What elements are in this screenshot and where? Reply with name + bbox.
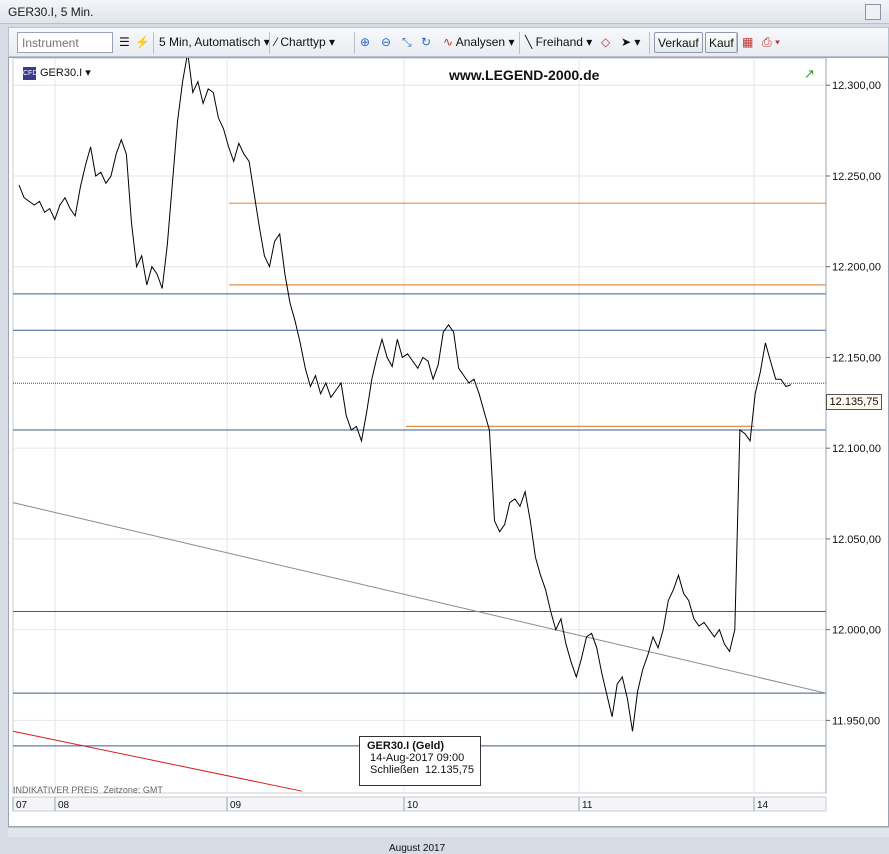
data-tooltip: GER30.I (Geld) 14-Aug-2017 09:00 Schließ… [359, 736, 481, 786]
zoom-in-icon[interactable]: ⊕ [360, 32, 370, 53]
tooltip-close-value: 12.135,75 [425, 764, 474, 776]
toolbar-separator [269, 32, 270, 54]
x-tick-label: 07 [16, 800, 28, 811]
toolbar-separator [354, 32, 355, 54]
x-tick-label: 09 [230, 800, 242, 811]
x-tick-label: 14 [757, 800, 769, 811]
line-chart-icon: ⁄ [275, 35, 278, 49]
window-title: GER30.I, 5 Min. [8, 5, 94, 19]
tooltip-close: Schließen 12.135,75 [370, 764, 480, 776]
y-tick-label: 12.250,00 [832, 171, 881, 183]
y-tick-label: 12.200,00 [832, 262, 881, 274]
freihand-dropdown[interactable]: ╲ Freihand ▾ [525, 32, 592, 53]
toolbar-separator [649, 32, 650, 54]
tooltip-title: GER30.I (Geld) [367, 740, 445, 752]
y-tick-label: 12.100,00 [832, 443, 881, 455]
instrument-list-icon[interactable]: ☰ [119, 32, 130, 53]
kauf-button[interactable]: Kauf [705, 32, 738, 53]
chart-panel: ↗ 11.950,00 12.000,00 12.050,00 12.100,00 12… [8, 57, 889, 854]
compare-icon[interactable]: ⚡ [135, 32, 150, 53]
symbol-name: GER30.I [40, 67, 83, 79]
x-tick-label: 10 [407, 800, 419, 811]
x-tick-label: 11 [582, 800, 593, 811]
analysen-dropdown[interactable]: ∿ Analysen ▾ [443, 32, 514, 53]
plot-area [12, 58, 827, 794]
symbol-label[interactable]: CFD GER30.I ▾ [23, 66, 91, 80]
analysen-icon: ∿ [443, 35, 454, 49]
x-axis-month-label: August 2017 [389, 843, 446, 854]
cursor-icon: ➤ [621, 35, 632, 49]
tooltip-close-label: Schließen [370, 764, 419, 776]
freihand-label: Freihand [535, 35, 583, 49]
toolbar-separator [736, 32, 737, 54]
interval-dropdown[interactable]: 5 Min, Automatisch ▾ [159, 32, 270, 53]
charttype-label: Charttyp [280, 35, 326, 49]
indikativ-label: INDIKATIVER PREIS [13, 785, 99, 795]
price-chart[interactable]: ↗ 11.950,00 12.000,00 12.050,00 12.100,00 12… [9, 58, 888, 826]
eraser-icon[interactable]: ◇ [601, 32, 610, 53]
refresh-icon[interactable]: ↻ [421, 32, 431, 53]
y-tick-label: 12.050,00 [832, 534, 881, 546]
new-chart-icon[interactable]: ▦ [742, 32, 753, 53]
y-tick-label: 11.950,00 [832, 715, 880, 727]
print-dropdown[interactable]: ⎙ ▾ [762, 32, 780, 53]
instrument-search-input[interactable] [17, 32, 113, 53]
current-price-badge: 12.135,75 [826, 394, 882, 410]
analysen-label: Analysen [455, 35, 506, 49]
toolbar-separator [519, 32, 520, 54]
x-axis: 07 08 09 10 11 14 [12, 796, 827, 812]
y-axis: 11.950,00 12.000,00 12.050,00 12.100,00 12.1… [825, 58, 881, 793]
interval-label: 5 Min, Automatisch [159, 35, 261, 49]
window-titlebar: GER30.I, 5 Min. [0, 0, 889, 24]
y-tick-label: 12.150,00 [832, 352, 881, 364]
zoom-out-icon[interactable]: ⊖ [381, 32, 391, 53]
live-trend-icon: ↗ [804, 67, 815, 82]
watermark-text: www.LEGEND-2000.de [449, 67, 600, 83]
fit-icon[interactable]: ⤡ [402, 32, 412, 53]
restore-window-button[interactable] [865, 4, 881, 20]
status-bar [8, 827, 889, 837]
toolbar-separator [153, 32, 154, 54]
cursor-dropdown[interactable]: ➤ ▾ [621, 32, 640, 53]
y-tick-label: 12.300,00 [832, 80, 881, 92]
timezone-label: Zeitzone: GMT [103, 785, 163, 795]
x-axis-band [12, 796, 827, 812]
cfd-icon: CFD [23, 66, 37, 80]
tooltip-date: 14-Aug-2017 09:00 [370, 752, 465, 764]
x-tick-label: 08 [58, 800, 70, 811]
y-tick-label: 12.000,00 [832, 625, 881, 637]
chart-grid [12, 58, 827, 794]
indicative-price-note: INDIKATIVER PREIS Zeitzone: GMT [13, 785, 163, 795]
charttype-dropdown[interactable]: ⁄ Charttyp ▾ [275, 32, 335, 53]
freehand-line-icon: ╲ [525, 35, 533, 49]
verkauf-button[interactable]: Verkauf [654, 32, 703, 53]
print-icon: ⎙ [762, 35, 772, 49]
chart-toolbar: ☰ ⚡ 5 Min, Automatisch ▾ ⁄ Charttyp ▾ ⊕ … [8, 27, 889, 57]
